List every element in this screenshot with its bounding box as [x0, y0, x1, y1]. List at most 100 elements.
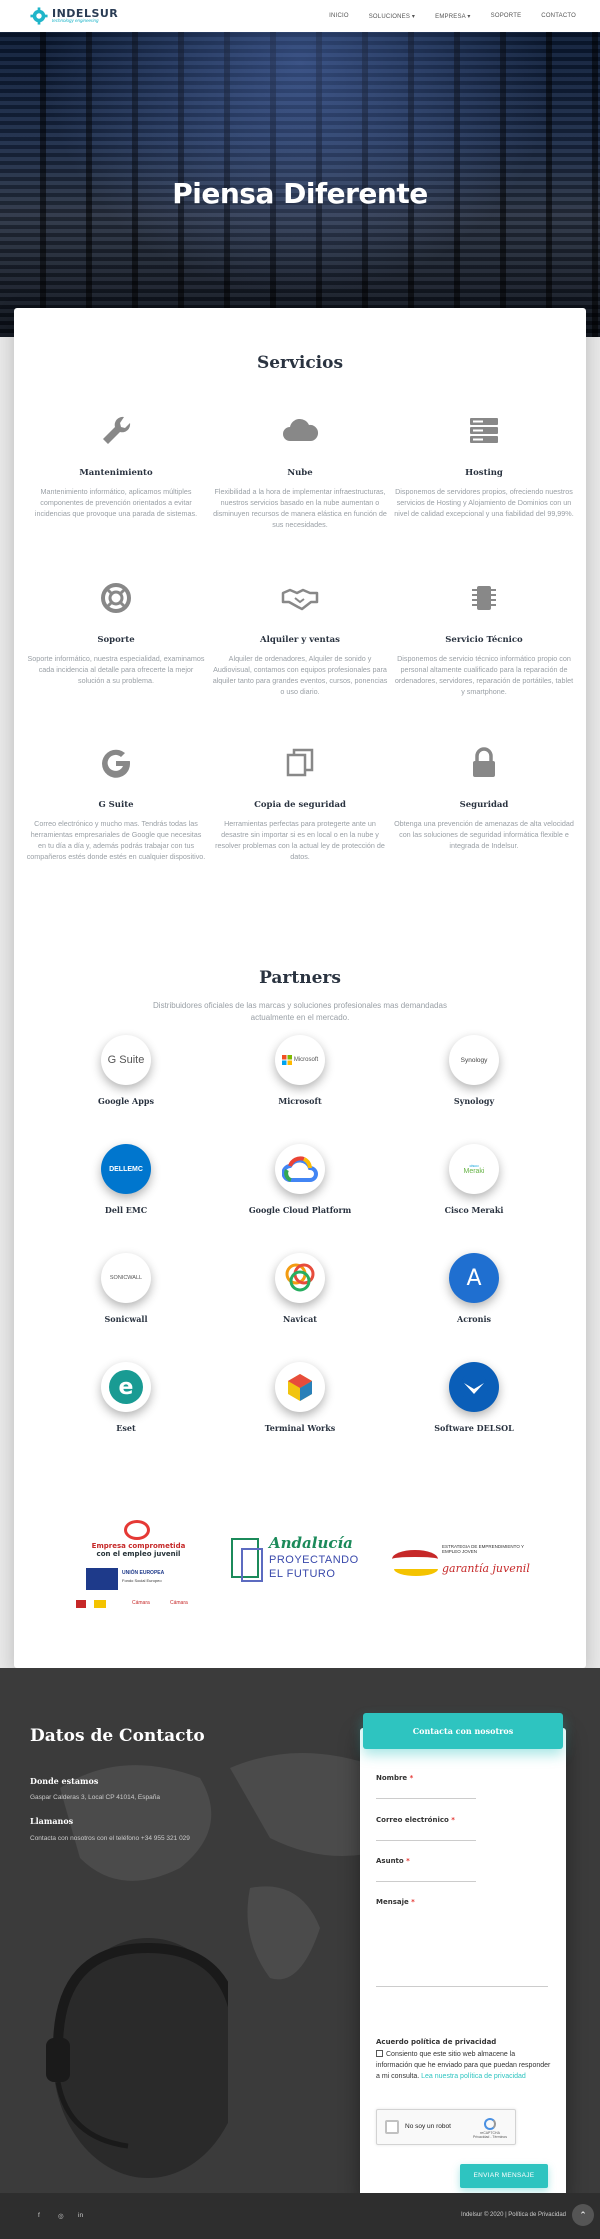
lifebuoy-icon [101, 583, 131, 613]
server-icon [470, 418, 498, 443]
recaptcha-checkbox[interactable] [385, 2120, 399, 2134]
partner-dell-emc[interactable]: DELLEMC Dell EMC [46, 1144, 206, 1215]
recaptcha-label: No soy un robot [405, 2123, 451, 2130]
service-hosting: Hosting Disponemos de servidores propios… [394, 411, 574, 519]
delsol-logo [449, 1362, 499, 1412]
gsuite-logo: G Suite [101, 1035, 151, 1085]
service-title: Copia de seguridad [254, 800, 346, 810]
service-desc: Correo electrónico y mucho mas. Tendrás … [26, 819, 206, 862]
service-title: Hosting [465, 468, 503, 478]
partner-cisco-meraki[interactable]: cisco Meraki Cisco Meraki [394, 1144, 554, 1215]
scroll-top-button[interactable]: ⌃ [572, 2204, 594, 2226]
subject-label: Asunto * [376, 1857, 410, 1865]
hero-title: Piensa Diferente [172, 177, 428, 210]
microsoft-logo: Microsoft [275, 1035, 325, 1085]
nav-links: INICIO SOLUCIONES ▾ EMPRESA ▾ SOPORTE CO… [319, 13, 586, 20]
services-title: Servicios [256, 353, 344, 373]
nav-contacto[interactable]: CONTACTO [531, 13, 586, 20]
headset-support-image [46, 1938, 228, 2178]
partner-microsoft[interactable]: Microsoft Microsoft [220, 1035, 380, 1106]
service-mantenimiento: Mantenimiento Mantenimiento informático,… [26, 411, 206, 519]
contact-title: Datos de Contacto [30, 1726, 205, 1746]
name-label: Nombre * [376, 1774, 414, 1782]
service-desc: Disponemos de servidores propios, ofreci… [394, 487, 574, 519]
copyright-text: Indelsur © 2020 | Política de Privacidad [460, 2212, 566, 2218]
name-field[interactable] [376, 1798, 476, 1799]
gear-icon [30, 7, 48, 25]
service-desc: Mantenimiento informático, aplicamos múl… [34, 487, 198, 519]
partner-acronis[interactable]: A Acronis [394, 1253, 554, 1324]
service-title: Servicio Técnico [445, 635, 523, 645]
eset-logo: e [101, 1362, 151, 1412]
partner-eset[interactable]: e Eset [46, 1362, 206, 1433]
phone-text: Contacta con nosotros con el teléfono +3… [30, 1835, 190, 1842]
hero-banner: Piensa Diferente [0, 32, 600, 337]
contact-form: Contacta con nosotros Nombre * Correo el… [360, 1713, 566, 2193]
partners-subtitle: Distribuidores oficiales de las marcas y… [153, 1001, 447, 1022]
cisco-meraki-logo: cisco Meraki [449, 1144, 499, 1194]
navicat-logo [275, 1253, 325, 1303]
partner-sonicwall[interactable]: SONICWALL Sonicwall [46, 1253, 206, 1324]
message-field[interactable] [376, 1986, 548, 1987]
navbar: INDELSUR technology engineering INICIO S… [0, 0, 600, 32]
service-title: Nube [287, 468, 313, 478]
service-nube: Nube Flexibilidad a la hora de implement… [210, 411, 390, 531]
dell-emc-logo: DELLEMC [101, 1144, 151, 1194]
recaptcha-logo-icon: reCAPTCHA Privacidad - Términos [473, 2118, 507, 2139]
copy-icon [286, 748, 314, 777]
partner-synology[interactable]: Synology Synology [394, 1035, 554, 1106]
service-desc: Obtenga una prevención de amenazas de al… [394, 819, 574, 851]
service-copia: Copia de seguridad Herramientas perfecta… [210, 743, 390, 863]
email-field[interactable] [376, 1840, 476, 1841]
nav-empresa[interactable]: EMPRESA ▾ [425, 13, 481, 20]
service-title: Soporte [97, 635, 135, 645]
facebook-icon[interactable]: f [38, 2212, 40, 2219]
service-desc: Disponemos de servicio técnico informáti… [394, 654, 574, 697]
service-tecnico: Servicio Técnico Disponemos de servicio … [394, 578, 574, 698]
linkedin-icon[interactable]: in [78, 2212, 83, 2219]
cloud-icon [283, 418, 319, 441]
subject-field[interactable] [376, 1881, 476, 1882]
partner-terminal-works[interactable]: Terminal Works [220, 1362, 380, 1433]
garantia-juvenil-logo: ESTRATEGIA DE EMPRENDIMIENTO Y EMPLEO JO… [392, 1544, 532, 1594]
brand-logo[interactable]: INDELSUR technology engineering [30, 7, 118, 25]
nav-soluciones[interactable]: SOLUCIONES ▾ [359, 13, 425, 20]
service-desc: Herramientas perfectas para protegerte a… [215, 819, 385, 862]
partner-google-cloud[interactable]: Google Cloud Platform [220, 1144, 380, 1215]
email-label: Correo electrónico * [376, 1816, 455, 1824]
nav-soporte[interactable]: SOPORTE [481, 13, 532, 20]
partner-google-apps[interactable]: G Suite Google Apps [46, 1035, 206, 1106]
google-cloud-logo [275, 1144, 325, 1194]
partner-navicat[interactable]: Navicat [220, 1253, 380, 1324]
partner-delsol[interactable]: Software DELSOL [394, 1362, 554, 1433]
service-seguridad: Seguridad Obtenga una prevención de amen… [394, 743, 574, 851]
service-desc: Alquiler de ordenadores, Alquiler de son… [212, 654, 388, 697]
service-soporte: Soporte Soporte informático, nuestra esp… [26, 578, 206, 686]
instagram-icon[interactable]: ◎ [58, 2212, 64, 2220]
service-title: Mantenimiento [79, 468, 153, 478]
message-label: Mensaje * [376, 1898, 415, 1906]
service-desc: Flexibilidad a la hora de implementar in… [213, 487, 387, 530]
consent-text: Consiento que este sitio web almacene la… [376, 2050, 551, 2080]
nav-inicio[interactable]: INICIO [319, 13, 359, 20]
service-title: Alquiler y ventas [260, 635, 340, 645]
andalucia-logo: Andalucía PROYECTANDO EL FUTURO [229, 1534, 369, 1594]
form-header: Contacta con nosotros [363, 1713, 563, 1749]
service-desc: Soporte informático, nuestra especialida… [27, 654, 205, 686]
sonicwall-logo: SONICWALL [101, 1253, 151, 1303]
service-title: Seguridad [459, 800, 509, 810]
submit-button[interactable]: ENVIAR MENSAJE [460, 2164, 548, 2188]
main-card: Servicios Mantenimiento Mantenimiento in… [14, 308, 586, 1668]
footer: f ◎ in Indelsur © 2020 | Política de Pri… [0, 2193, 600, 2239]
address-text: Gaspar Calderas 3, Local CP 41014, Españ… [30, 1794, 160, 1801]
consent-checkbox[interactable] [376, 2050, 383, 2057]
recaptcha-widget: No soy un robot reCAPTCHA Privacidad - T… [376, 2109, 516, 2145]
sponsor-logos: Empresa comprometida con el empleo juven… [14, 1520, 586, 1640]
privacy-policy-link[interactable]: Lea nuestra política de privacidad [421, 2073, 526, 2080]
where-heading: Donde estamos [30, 1776, 99, 1786]
wrench-icon [103, 416, 131, 444]
consent-title: Acuerdo política de privacidad [376, 2038, 497, 2046]
chip-icon [472, 586, 496, 610]
lock-icon [473, 747, 495, 777]
empleo-juvenil-logo: Empresa comprometida con el empleo juven… [76, 1520, 201, 1630]
